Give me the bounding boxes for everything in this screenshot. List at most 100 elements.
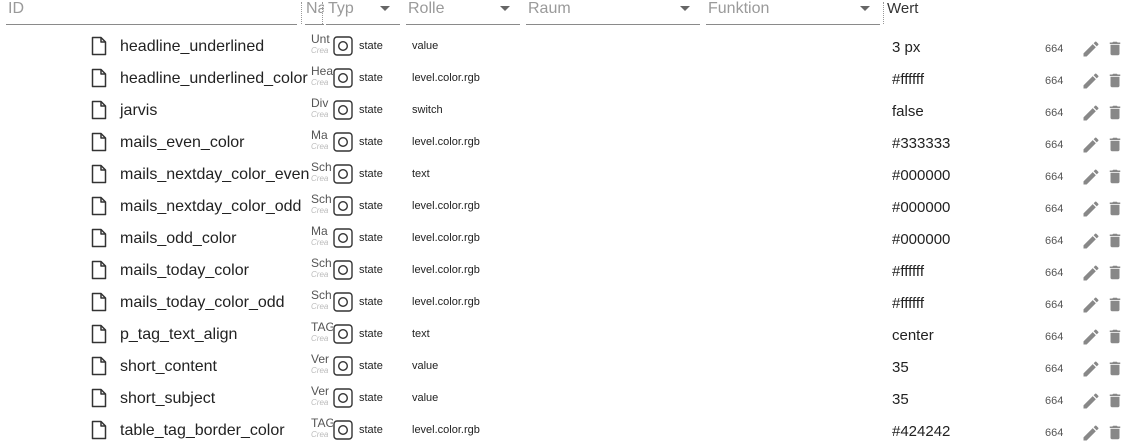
object-value[interactable]: false (892, 103, 924, 120)
object-name-cell[interactable]: Ma Crea (311, 225, 333, 253)
object-id[interactable]: headline_underlined (120, 38, 264, 56)
object-role[interactable]: level.color.rgb (412, 296, 480, 308)
pencil-icon[interactable] (1081, 359, 1101, 379)
object-role[interactable]: value (412, 392, 438, 404)
object-role[interactable]: level.color.rgb (412, 200, 480, 212)
object-role[interactable]: switch (412, 104, 443, 116)
pencil-icon[interactable] (1081, 135, 1101, 155)
object-name-cell[interactable]: Ma Crea (311, 129, 333, 157)
trash-icon[interactable] (1106, 230, 1124, 251)
object-name-cell[interactable]: Sch Crea (311, 193, 333, 221)
object-role[interactable]: level.color.rgb (412, 136, 480, 148)
object-value[interactable]: 3 px (892, 39, 920, 56)
table-row[interactable]: mails_nextday_color_odd Sch Crea state level… (0, 191, 1146, 223)
pencil-icon[interactable] (1081, 327, 1101, 347)
object-role[interactable]: level.color.rgb (412, 264, 480, 276)
object-role[interactable]: level.color.rgb (412, 424, 480, 436)
object-value[interactable]: #000000 (892, 199, 950, 216)
object-id[interactable]: table_tag_border_color (120, 422, 285, 440)
trash-icon[interactable] (1106, 422, 1124, 443)
object-role[interactable]: level.color.rgb (412, 72, 480, 84)
object-value[interactable]: #000000 (892, 167, 950, 184)
room-filter-select[interactable]: Raum (526, 0, 700, 25)
function-filter-select[interactable]: Funktion (706, 0, 880, 25)
table-row[interactable]: mails_even_color Ma Crea state level.color.r… (0, 127, 1146, 159)
object-name-cell[interactable]: Div Crea (311, 97, 333, 125)
pencil-icon[interactable] (1081, 423, 1101, 443)
object-name-cell[interactable]: Sch Crea (311, 257, 333, 285)
object-value[interactable]: #333333 (892, 135, 950, 152)
object-type: state (359, 328, 383, 340)
table-row[interactable]: short_subject Ver Crea state value 35 664 (0, 383, 1146, 415)
table-row[interactable]: short_content Ver Crea state value 35 664 (0, 351, 1146, 383)
table-row[interactable]: mails_nextday_color_even Sch Crea state text… (0, 159, 1146, 191)
object-value[interactable]: #424242 (892, 423, 950, 440)
object-id[interactable]: short_content (120, 358, 217, 376)
object-value[interactable]: #ffffff (892, 263, 924, 280)
trash-icon[interactable] (1106, 326, 1124, 347)
trash-icon[interactable] (1106, 390, 1124, 411)
object-id[interactable]: mails_odd_color (120, 230, 237, 248)
object-role[interactable]: value (412, 360, 438, 372)
object-role[interactable]: text (412, 168, 430, 180)
object-value[interactable]: #ffffff (892, 295, 924, 312)
object-name-cell[interactable]: Unt Crea (311, 33, 333, 61)
object-name-cell[interactable]: Hea Crea (311, 65, 333, 93)
pencil-icon[interactable] (1081, 295, 1101, 315)
trash-icon[interactable] (1106, 70, 1124, 91)
type-filter-select[interactable]: Typ (326, 0, 400, 25)
object-id[interactable]: jarvis (120, 102, 157, 120)
pencil-icon[interactable] (1081, 167, 1101, 187)
object-id[interactable]: mails_even_color (120, 134, 245, 152)
pencil-icon[interactable] (1081, 103, 1101, 123)
object-id[interactable]: p_tag_text_align (120, 326, 237, 344)
object-name-cell[interactable]: Ver Crea (311, 353, 333, 381)
object-name-cell[interactable]: Sch Crea (311, 289, 333, 317)
object-value[interactable]: #ffffff (892, 71, 924, 88)
table-row[interactable]: table_tag_border_color TAG Crea state level.… (0, 415, 1146, 447)
table-row[interactable]: mails_today_color Sch Crea state level.color… (0, 255, 1146, 287)
object-role[interactable]: value (412, 40, 438, 52)
object-value[interactable]: 35 (892, 359, 909, 376)
trash-icon[interactable] (1106, 134, 1124, 155)
object-id[interactable]: headline_underlined_color (120, 70, 308, 88)
role-filter-select[interactable]: Rolle (406, 0, 520, 25)
pencil-icon[interactable] (1081, 39, 1101, 59)
object-name-cell[interactable]: Ver Crea (311, 385, 333, 413)
pencil-icon[interactable] (1081, 199, 1101, 219)
table-row[interactable]: mails_odd_color Ma Crea state level.color.rg… (0, 223, 1146, 255)
table-row[interactable]: mails_today_color_odd Sch Crea state level.c… (0, 287, 1146, 319)
object-name-cell[interactable]: TAG Crea (311, 321, 333, 349)
column-divider[interactable] (883, 2, 884, 24)
object-id[interactable]: mails_today_color (120, 262, 249, 280)
id-filter-input[interactable]: ID (6, 0, 297, 25)
table-row[interactable]: headline_underlined_color Hea Crea state lev… (0, 63, 1146, 95)
object-name-cell[interactable]: TAG Crea (311, 417, 333, 445)
object-id[interactable]: short_subject (120, 390, 215, 408)
table-row[interactable]: p_tag_text_align TAG Crea state text center 66… (0, 319, 1146, 351)
object-name-cell[interactable]: Sch Crea (311, 161, 333, 189)
object-value[interactable]: center (892, 327, 934, 344)
trash-icon[interactable] (1106, 102, 1124, 123)
pencil-icon[interactable] (1081, 263, 1101, 283)
object-id[interactable]: mails_nextday_color_odd (120, 198, 301, 216)
column-divider[interactable] (301, 2, 302, 24)
object-value[interactable]: 35 (892, 391, 909, 408)
pencil-icon[interactable] (1081, 71, 1101, 91)
object-id[interactable]: mails_nextday_color_even (120, 166, 309, 184)
column-divider[interactable] (322, 2, 323, 24)
table-row[interactable]: headline_underlined Unt Crea state value 3 px… (0, 31, 1146, 63)
trash-icon[interactable] (1106, 38, 1124, 59)
trash-icon[interactable] (1106, 198, 1124, 219)
pencil-icon[interactable] (1081, 231, 1101, 251)
pencil-icon[interactable] (1081, 391, 1101, 411)
trash-icon[interactable] (1106, 166, 1124, 187)
object-value[interactable]: #000000 (892, 231, 950, 248)
table-row[interactable]: jarvis Div Crea state switch false 664 (0, 95, 1146, 127)
object-role[interactable]: text (412, 328, 430, 340)
trash-icon[interactable] (1106, 294, 1124, 315)
trash-icon[interactable] (1106, 262, 1124, 283)
trash-icon[interactable] (1106, 358, 1124, 379)
object-role[interactable]: level.color.rgb (412, 232, 480, 244)
object-id[interactable]: mails_today_color_odd (120, 294, 285, 312)
